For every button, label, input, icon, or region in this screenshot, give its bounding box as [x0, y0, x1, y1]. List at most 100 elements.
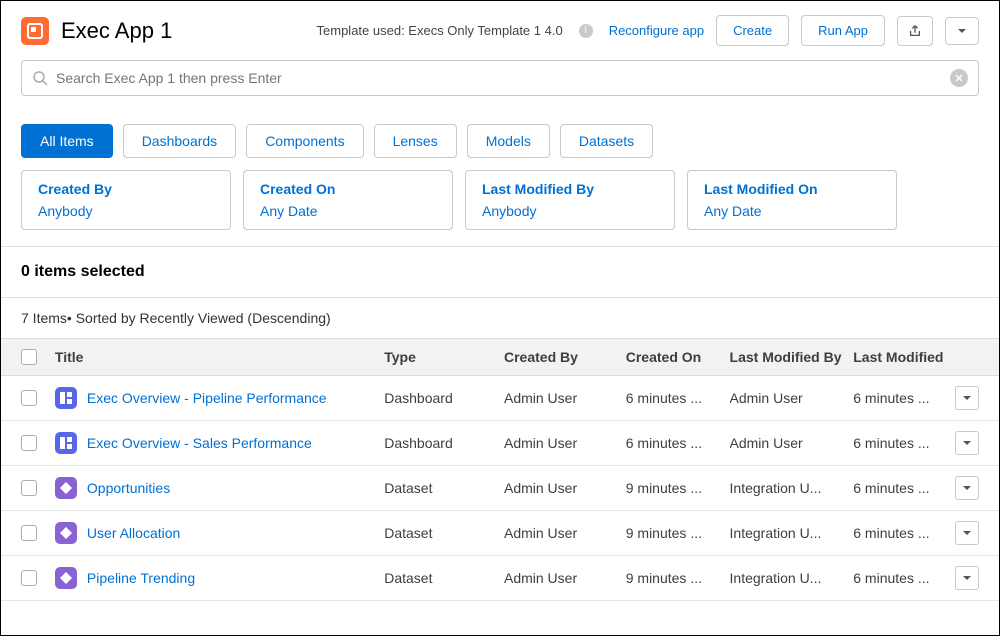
filter-label: Created On — [260, 181, 436, 197]
row-actions-menu[interactable] — [955, 476, 979, 500]
filter-label: Last Modified By — [482, 181, 658, 197]
row-actions-menu[interactable] — [955, 566, 979, 590]
row-actions-menu[interactable] — [955, 431, 979, 455]
filter-last-modified-on[interactable]: Last Modified On Any Date — [687, 170, 897, 230]
cell-created-by: Admin User — [504, 570, 626, 586]
cell-last-modified-by: Integration U... — [730, 525, 854, 541]
cell-type: Dataset — [384, 570, 504, 586]
filter-value: Any Date — [704, 203, 880, 219]
col-header-created-by[interactable]: Created By — [504, 349, 626, 365]
col-header-type[interactable]: Type — [384, 349, 504, 365]
col-header-title[interactable]: Title — [55, 349, 384, 365]
chevron-down-icon — [962, 438, 972, 448]
cell-last-modified-on: 6 minutes ... — [853, 480, 951, 496]
chevron-down-icon — [962, 528, 972, 538]
filter-label: Created By — [38, 181, 214, 197]
dashboard-icon — [55, 432, 77, 454]
cell-last-modified-on: 6 minutes ... — [853, 570, 951, 586]
col-header-created-on[interactable]: Created On — [626, 349, 730, 365]
cell-last-modified-on: 6 minutes ... — [853, 525, 951, 541]
cell-created-on: 6 minutes ... — [626, 390, 730, 406]
item-title-link[interactable]: Exec Overview - Pipeline Performance — [87, 390, 327, 406]
cell-last-modified-by: Admin User — [730, 390, 854, 406]
tab-all-items[interactable]: All Items — [21, 124, 113, 158]
cell-created-by: Admin User — [504, 435, 626, 451]
chevron-down-icon — [962, 393, 972, 403]
app-logo-icon — [21, 17, 49, 45]
cell-last-modified-on: 6 minutes ... — [853, 435, 951, 451]
share-button[interactable] — [897, 16, 933, 46]
info-icon[interactable]: i — [579, 24, 593, 38]
select-all-checkbox[interactable] — [21, 349, 37, 365]
filter-label: Last Modified On — [704, 181, 880, 197]
table-row: User Allocation DatasetAdmin User9 minute… — [1, 511, 999, 556]
cell-created-by: Admin User — [504, 480, 626, 496]
row-checkbox[interactable] — [21, 525, 37, 541]
clear-search-button[interactable] — [950, 69, 968, 87]
cell-created-on: 9 minutes ... — [626, 525, 730, 541]
cell-last-modified-by: Admin User — [730, 435, 854, 451]
table-row: Pipeline Trending DatasetAdmin User9 minu… — [1, 556, 999, 601]
item-title-link[interactable]: User Allocation — [87, 525, 180, 541]
search-input[interactable] — [56, 70, 942, 86]
chevron-down-icon — [956, 25, 968, 37]
cell-last-modified-by: Integration U... — [730, 570, 854, 586]
cell-type: Dashboard — [384, 435, 504, 451]
dataset-icon — [55, 567, 77, 589]
share-icon — [908, 24, 922, 38]
dashboard-icon — [55, 387, 77, 409]
row-checkbox[interactable] — [21, 390, 37, 406]
tab-components[interactable]: Components — [246, 124, 363, 158]
cell-type: Dataset — [384, 480, 504, 496]
cell-created-on: 9 minutes ... — [626, 570, 730, 586]
more-menu-button[interactable] — [945, 17, 979, 45]
row-checkbox[interactable] — [21, 480, 37, 496]
run-app-button[interactable]: Run App — [801, 15, 885, 46]
filter-value: Anybody — [482, 203, 658, 219]
row-actions-menu[interactable] — [955, 386, 979, 410]
sort-info: 7 Items• Sorted by Recently Viewed (Desc… — [1, 298, 999, 338]
selection-count: 0 items selected — [1, 247, 999, 297]
filter-created-by[interactable]: Created By Anybody — [21, 170, 231, 230]
cell-created-by: Admin User — [504, 390, 626, 406]
tab-models[interactable]: Models — [467, 124, 550, 158]
item-title-link[interactable]: Opportunities — [87, 480, 170, 496]
dataset-icon — [55, 522, 77, 544]
close-icon — [955, 74, 963, 82]
row-checkbox[interactable] — [21, 570, 37, 586]
row-checkbox[interactable] — [21, 435, 37, 451]
col-header-last-modified-on[interactable]: Last Modified — [853, 349, 951, 365]
chevron-down-icon — [962, 573, 972, 583]
table-row: Exec Overview - Pipeline Performance Dash… — [1, 376, 999, 421]
cell-last-modified-by: Integration U... — [730, 480, 854, 496]
tab-lenses[interactable]: Lenses — [374, 124, 457, 158]
row-actions-menu[interactable] — [955, 521, 979, 545]
cell-type: Dashboard — [384, 390, 504, 406]
grid-header: Title Type Created By Created On Last Mo… — [1, 338, 999, 376]
search-icon — [32, 70, 48, 86]
template-used-label: Template used: Execs Only Template 1 4.0 — [317, 23, 563, 38]
cell-last-modified-on: 6 minutes ... — [853, 390, 951, 406]
dataset-icon — [55, 477, 77, 499]
filter-last-modified-by[interactable]: Last Modified By Anybody — [465, 170, 675, 230]
item-title-link[interactable]: Exec Overview - Sales Performance — [87, 435, 312, 451]
items-grid: Title Type Created By Created On Last Mo… — [1, 338, 999, 601]
cell-type: Dataset — [384, 525, 504, 541]
app-title: Exec App 1 — [61, 18, 172, 44]
tab-dashboards[interactable]: Dashboards — [123, 124, 237, 158]
tab-datasets[interactable]: Datasets — [560, 124, 653, 158]
filter-value: Anybody — [38, 203, 214, 219]
chevron-down-icon — [962, 483, 972, 493]
cell-created-on: 9 minutes ... — [626, 480, 730, 496]
table-row: Exec Overview - Sales Performance Dashboa… — [1, 421, 999, 466]
filter-value: Any Date — [260, 203, 436, 219]
item-title-link[interactable]: Pipeline Trending — [87, 570, 195, 586]
cell-created-by: Admin User — [504, 525, 626, 541]
table-row: Opportunities DatasetAdmin User9 minutes … — [1, 466, 999, 511]
filter-created-on[interactable]: Created On Any Date — [243, 170, 453, 230]
col-header-last-modified-by[interactable]: Last Modified By — [730, 349, 854, 365]
search-input-container[interactable] — [21, 60, 979, 96]
cell-created-on: 6 minutes ... — [626, 435, 730, 451]
create-button[interactable]: Create — [716, 15, 789, 46]
reconfigure-link[interactable]: Reconfigure app — [609, 23, 704, 38]
